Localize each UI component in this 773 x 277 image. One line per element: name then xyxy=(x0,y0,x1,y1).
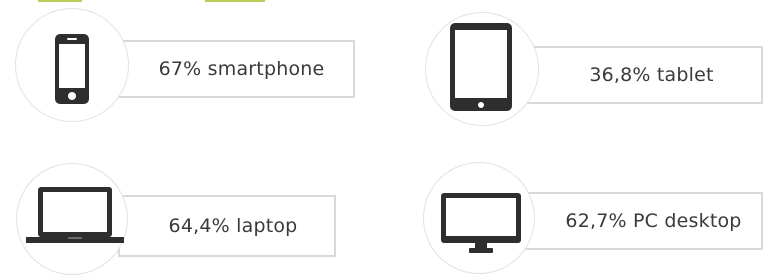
stat-label: 67% smartphone xyxy=(158,58,325,80)
stat-label-box: 36,8% tablet xyxy=(522,46,763,104)
stat-label-box: 62,7% PC desktop xyxy=(520,192,763,250)
stat-label-box: 67% smartphone xyxy=(116,40,355,98)
smartphone-icon xyxy=(54,33,90,105)
stat-label-box: 64,4% laptop xyxy=(118,195,336,257)
stat-label: 64,4% laptop xyxy=(168,215,298,237)
desktop-monitor-icon xyxy=(440,192,522,254)
laptop-icon xyxy=(26,186,124,246)
tablet-icon xyxy=(449,22,513,112)
stat-label: 62,7% PC desktop xyxy=(565,210,742,232)
top-accent-line xyxy=(0,0,773,3)
stat-label: 36,8% tablet xyxy=(589,64,714,86)
device-usage-infographic: { "accent_color": "#b7cf5a", "icon_color… xyxy=(0,0,773,277)
